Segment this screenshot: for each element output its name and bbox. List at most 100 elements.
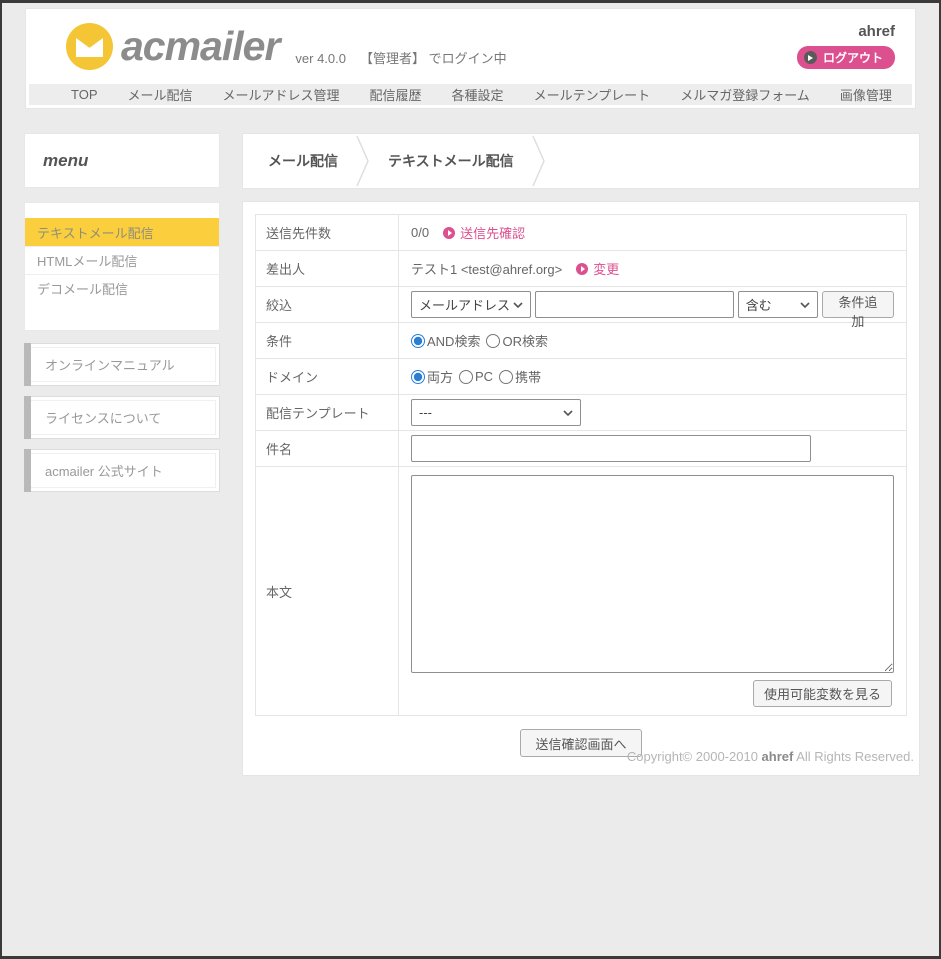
copyright-brand: ahref [762,749,794,764]
radio-both-input[interactable] [411,370,425,384]
radio-or-search-label: OR検索 [502,331,548,350]
table-row: 本文 使用可能変数を見る [256,467,907,716]
version-text: ver 4.0.0 [295,51,346,66]
radio-or-search-input[interactable] [486,334,500,348]
radio-pc-label: PC [475,369,493,384]
radio-and-search-label: AND検索 [427,331,480,350]
filter-label: 絞込 [256,287,399,323]
radio-and-search[interactable]: AND検索 [411,331,480,350]
play-icon [576,263,588,275]
radio-mobile-label: 携帯 [515,367,541,386]
nav-item-delivery-history[interactable]: 配信履歴 [370,85,422,104]
link-license[interactable]: ライセンスについて [24,396,220,439]
copyright-prefix: Copyright© 2000-2010 [627,749,762,764]
chevron-down-icon [513,302,523,308]
footer-copyright: Copyright© 2000-2010 ahref All Rights Re… [627,749,914,764]
table-row: ドメイン 両方 PC 携帯 [256,359,907,395]
verify-recipients-label: 送信先確認 [460,223,525,242]
template-select[interactable]: --- [411,399,581,426]
header: acmailer ver 4.0.0 【管理者】 でログイン中 ahref ログア… [25,8,916,109]
logo-text: acmailer [121,26,279,67]
nav-item-registration-form[interactable]: メルマガ登録フォーム [680,85,810,104]
link-license-label: ライセンスについて [28,400,216,435]
menu-title: menu [43,151,88,171]
template-value: --- [419,405,432,420]
sender-label: 差出人 [256,251,399,287]
sidebar-item-deco-mail[interactable]: デコメール配信 [25,274,219,302]
table-row: 差出人 テスト1 <test@ahref.org> 変更 [256,251,907,287]
table-row: 絞込 メールアドレス 含む [256,287,907,323]
link-official-site[interactable]: acmailer 公式サイト [24,449,220,492]
domain-label: ドメイン [256,359,399,395]
version-area: ver 4.0.0 【管理者】 でログイン中 [295,48,506,67]
nav-item-top[interactable]: TOP [71,87,98,102]
nav-item-settings[interactable]: 各種設定 [452,85,504,104]
sidebar-links: オンラインマニュアル ライセンスについて acmailer 公式サイト [24,343,220,492]
play-icon [804,51,817,64]
nav-item-image-management[interactable]: 画像管理 [840,85,892,104]
change-sender-link[interactable]: 変更 [576,259,619,278]
nav-item-mail-template[interactable]: メールテンプレート [534,85,651,104]
radio-and-search-input[interactable] [411,334,425,348]
filter-match-value: 含む [746,295,772,314]
change-sender-label: 変更 [593,259,619,278]
sidebar-item-text-mail[interactable]: テキストメール配信 [25,218,219,246]
radio-mobile-input[interactable] [499,370,513,384]
copyright-suffix: All Rights Reserved. [793,749,914,764]
table-row: 配信テンプレート --- [256,395,907,431]
sender-value: テスト1 <test@ahref.org> [411,259,562,278]
body-label: 本文 [256,467,399,716]
filter-keyword-input[interactable] [535,291,734,318]
breadcrumb: メール配信 テキストメール配信 [242,133,920,189]
sidebar: menu テキストメール配信 HTMLメール配信 デコメール配信 オンラインマニ… [24,133,220,502]
menu-list: テキストメール配信 HTMLメール配信 デコメール配信 [24,202,220,331]
chevron-right-icon [532,134,546,188]
subject-input[interactable] [411,435,811,462]
mail-form-table: 送信先件数 0/0 送信先確認 差出人 テスト1 <test@ahref.org… [255,214,907,716]
radio-pc-input[interactable] [459,370,473,384]
subject-label: 件名 [256,431,399,467]
radio-both-label: 両方 [427,367,453,386]
chevron-down-icon [563,410,573,416]
add-condition-button[interactable]: 条件追加 [822,291,894,318]
login-status: 【管理者】 でログイン中 [360,51,507,66]
sidebar-item-html-mail[interactable]: HTMLメール配信 [25,246,219,274]
acmailer-logo [66,23,113,70]
nav-item-address-management[interactable]: メールアドレス管理 [223,85,340,104]
radio-both[interactable]: 両方 [411,367,453,386]
table-row: 送信先件数 0/0 送信先確認 [256,215,907,251]
link-official-site-label: acmailer 公式サイト [28,453,216,488]
breadcrumb-mail-delivery[interactable]: メール配信 [268,151,338,171]
header-top: acmailer ver 4.0.0 【管理者】 でログイン中 ahref ログア… [26,9,915,84]
filter-field-value: メールアドレス [419,295,510,314]
table-row: 件名 [256,431,907,467]
chevron-right-icon [356,134,370,188]
radio-pc[interactable]: PC [459,369,493,384]
envelope-icon [76,38,103,57]
recipient-count-label: 送信先件数 [256,215,399,251]
radio-or-search[interactable]: OR検索 [486,331,548,350]
brand-name: ahref [797,23,895,40]
play-icon [443,227,455,239]
nav-item-mail-delivery[interactable]: メール配信 [128,85,193,104]
link-online-manual-label: オンラインマニュアル [28,347,216,382]
chevron-down-icon [800,302,810,308]
recipient-count-value: 0/0 [411,225,429,240]
logout-label: ログアウト [823,49,883,66]
body-textarea[interactable] [411,475,894,673]
table-row: 条件 AND検索 OR検索 [256,323,907,359]
template-label: 配信テンプレート [256,395,399,431]
menu-header: menu [24,133,220,188]
link-online-manual[interactable]: オンラインマニュアル [24,343,220,386]
confirm-send-button[interactable]: 送信確認画面へ [520,729,641,757]
logout-button[interactable]: ログアウト [797,46,895,69]
show-variables-button[interactable]: 使用可能変数を見る [753,680,892,707]
main-content: 送信先件数 0/0 送信先確認 差出人 テスト1 <test@ahref.org… [242,201,920,776]
filter-match-select[interactable]: 含む [738,291,818,318]
breadcrumb-text-mail-delivery: テキストメール配信 [388,151,514,171]
condition-label: 条件 [256,323,399,359]
verify-recipients-link[interactable]: 送信先確認 [443,223,525,242]
filter-field-select[interactable]: メールアドレス [411,291,531,318]
main-nav: TOP メール配信 メールアドレス管理 配信履歴 各種設定 メールテンプレート … [29,84,912,105]
radio-mobile[interactable]: 携帯 [499,367,541,386]
